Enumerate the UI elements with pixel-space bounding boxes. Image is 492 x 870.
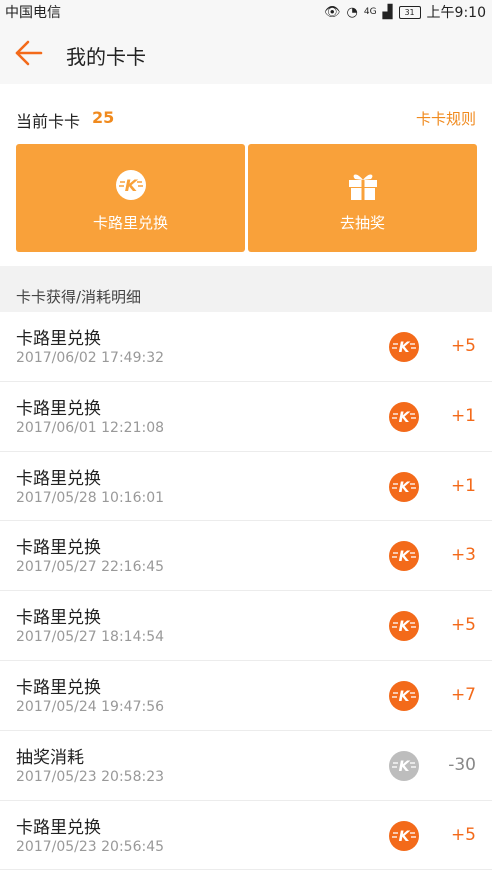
record-title: 卡路里兑换 [16,468,101,489]
svg-text:K: K [399,410,411,426]
svg-text:K: K [399,759,411,775]
rules-link[interactable]: 卡卡规则 [416,108,476,129]
kaka-coin-icon: K [389,611,419,642]
current-count: 25 [92,108,115,127]
lottery-button[interactable]: 去抽奖 [248,144,477,252]
kaka-coin-icon: K [389,332,419,362]
record-time: 2017/06/02 17:49:32 [16,350,165,366]
gift-icon [346,169,380,201]
kaka-coin-icon: K [389,820,419,851]
record-amount: +5 [450,336,476,356]
record-time: 2017/05/23 20:56:45 [16,838,165,855]
record-row[interactable]: 卡路里兑换 2017/05/28 10:16:01 K +1 [0,451,492,522]
record-row[interactable]: 卡路里兑换 2017/05/24 19:47:56 K +7 [0,660,492,731]
record-title: 卡路里兑换 [16,538,101,559]
record-time: 2017/06/01 12:21:08 [16,419,165,436]
record-row[interactable]: 卡路里兑换 2017/05/23 20:56:45 K +5 [0,800,492,870]
record-time: 2017/05/23 20:58:23 [16,768,165,785]
svg-text:K: K [399,549,411,565]
record-title: 卡路里兑换 [16,817,101,838]
status-bar: 中国电信 👁 ◔ 4G ▟ 31 上午9:10 [0,0,492,22]
record-amount: +5 [450,615,476,636]
record-row[interactable]: 卡路里兑换 2017/06/01 12:21:08 K +1 [0,381,492,452]
record-row[interactable]: 抽奖消耗 2017/05/23 20:58:23 K -30 [0,730,492,801]
network-type: 4G [363,6,377,17]
lottery-label: 去抽奖 [339,214,385,232]
kaka-coin-icon: K [389,680,419,711]
record-amount: +1 [450,405,476,426]
record-row[interactable]: 卡路里兑换 2017/05/27 18:14:54 K +5 [0,591,492,661]
record-amount: +3 [450,545,476,566]
kaka-coin-icon: K [114,169,148,201]
record-amount: +1 [450,475,476,496]
record-row[interactable]: 卡路里兑换 2017/06/02 17:49:32 K +5 [0,312,492,382]
svg-text:K: K [124,176,138,195]
status-icons: 👁 ◔ 4G ▟ 31 上午9:10 [324,2,486,22]
calorie-exchange-label: 卡路里兑换 [92,214,168,232]
record-title: 卡路里兑换 [16,329,101,349]
record-time: 2017/05/28 10:16:01 [16,489,165,506]
current-label: 当前卡卡 [16,112,81,131]
section-title: 卡卡获得/消耗明细 [16,288,142,306]
kaka-coin-gray-icon: K [389,750,419,781]
record-title: 卡路里兑换 [16,677,101,698]
record-title: 卡路里兑换 [16,608,101,629]
svg-text:K: K [399,340,411,356]
current-balance-row: 当前卡卡 25 卡卡规则 [0,84,492,142]
eye-icon: 👁 [323,4,341,20]
record-row[interactable]: 卡路里兑换 2017/05/27 22:16:45 K +3 [0,521,492,592]
record-title: 卡路里兑换 [16,398,101,419]
kaka-coin-icon: K [389,471,419,502]
record-time: 2017/05/24 19:47:56 [16,698,165,715]
record-amount: -30 [448,754,476,775]
carrier-name: 中国电信 [5,5,61,21]
record-amount: +7 [450,684,476,705]
svg-text:K: K [399,619,411,635]
kaka-coin-icon: K [389,541,419,572]
record-title: 抽奖消耗 [16,747,84,768]
records-list: 卡路里兑换 2017/06/02 17:49:32 K +5 卡路里兑换 201… [0,312,492,870]
svg-text:K: K [399,689,411,705]
svg-text:K: K [399,480,411,496]
battery-icon: 31 [398,5,421,19]
arrow-left-icon[interactable] [14,39,44,67]
section-divider [0,266,492,274]
header-bar: 我的卡卡 [0,22,492,85]
wifi-icon: ◔ [346,4,358,20]
kaka-coin-icon: K [389,401,419,432]
calorie-exchange-button[interactable]: K 卡路里兑换 [16,144,245,252]
record-time: 2017/05/27 18:14:54 [16,629,165,646]
record-amount: +5 [450,824,476,845]
svg-text:K: K [399,829,411,845]
signal-icon: ▟ [382,4,393,20]
record-time: 2017/05/27 22:16:45 [16,559,165,576]
section-header: 卡卡获得/消耗明细 [0,274,492,312]
page-title: 我的卡卡 [66,45,146,69]
clock: 上午9:10 [426,5,486,21]
